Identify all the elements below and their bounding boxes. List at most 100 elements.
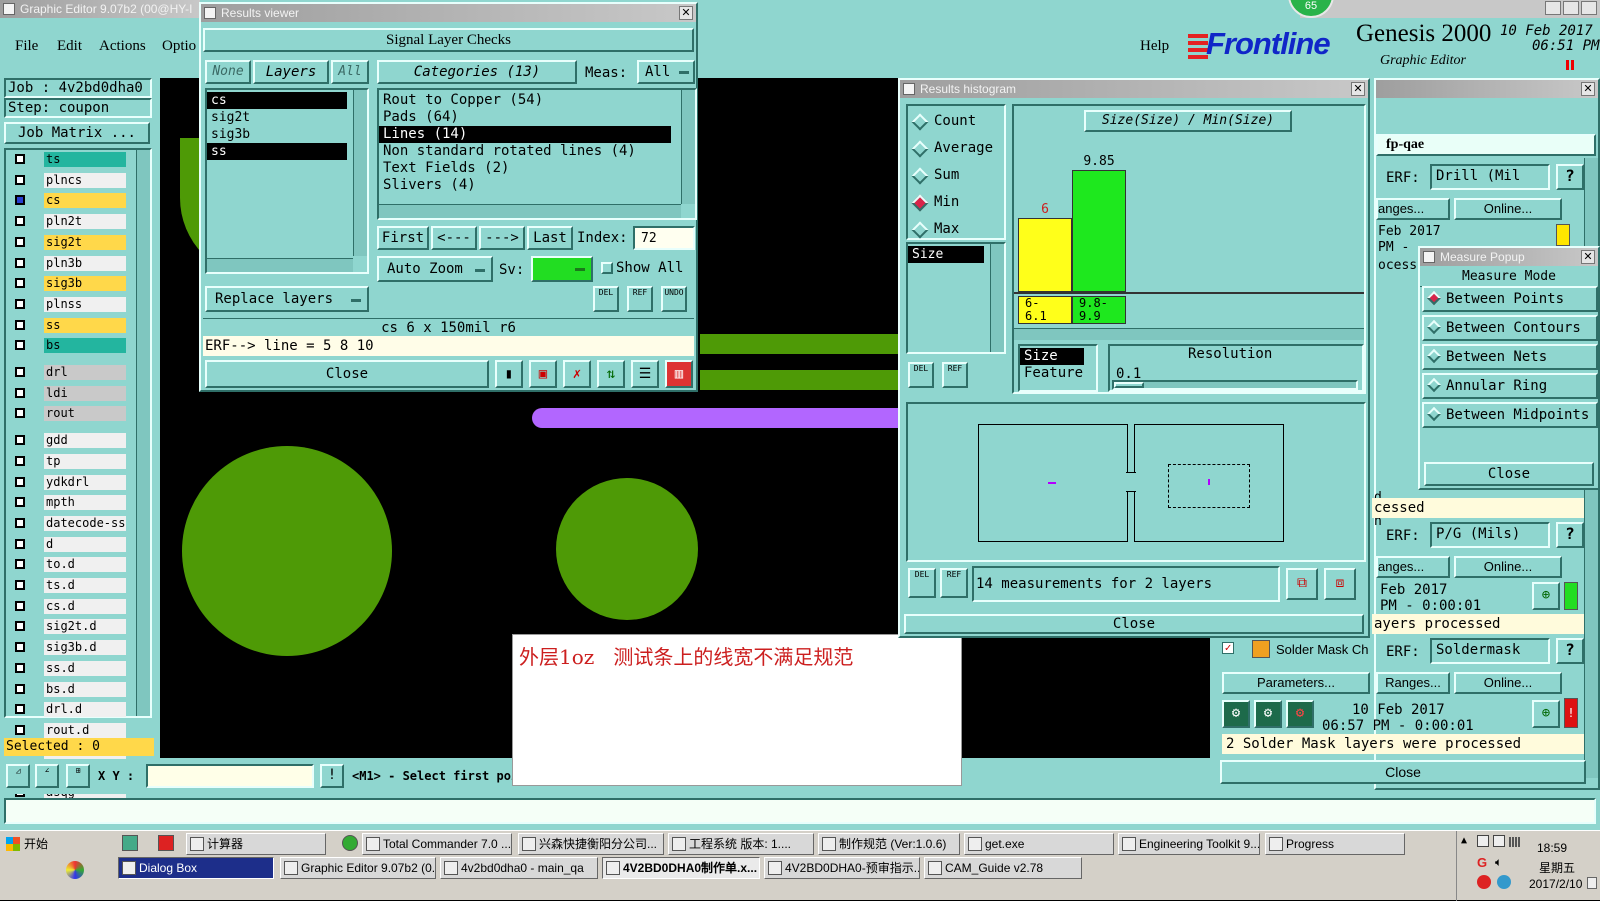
rv-layer-list[interactable]: cs sig2t sig3b ss [205, 88, 369, 274]
layer-name[interactable]: sig3b.d [44, 640, 126, 656]
hist-mode-average[interactable]: Average [908, 139, 1004, 159]
rv-category-item[interactable]: Non standard rotated lines (4) [379, 143, 671, 160]
layer-name[interactable]: pln3b [44, 255, 126, 271]
layer-name[interactable]: datecode-ss [44, 515, 126, 531]
ranges-button[interactable]: anges... [1376, 556, 1450, 578]
layer-checkbox[interactable] [15, 455, 25, 466]
layer-highlight-icon[interactable]: ▮ [495, 360, 523, 388]
chat-icon[interactable] [1497, 875, 1511, 889]
measure-mode-between-contours[interactable]: Between Contours [1422, 315, 1598, 341]
layer-name[interactable]: ts [44, 152, 126, 167]
all-button[interactable]: All [331, 60, 369, 84]
radio-icon[interactable] [911, 113, 929, 131]
layer-name[interactable]: drl [44, 365, 126, 380]
close-icon[interactable] [1581, 1, 1597, 15]
layer-row-datecode-ss[interactable]: datecode-ss [12, 515, 128, 531]
angle-tool-icon[interactable]: ∠ [35, 764, 59, 788]
res-size-item[interactable]: Size [1020, 348, 1084, 365]
rv-category-list[interactable]: Rout to Copper (54) Pads (64) Lines (14) No… [377, 88, 697, 220]
rv-layer-hscrollbar[interactable] [207, 258, 353, 272]
layer-checkbox[interactable] [15, 408, 25, 419]
minimize-icon[interactable] [1545, 1, 1561, 15]
rv-layer-item[interactable]: sig3b [207, 126, 347, 143]
index-input[interactable] [633, 226, 695, 250]
layer-row-sig2t[interactable]: sig2t [12, 234, 128, 250]
maximize-icon[interactable] [1563, 1, 1579, 15]
layer-checkbox[interactable] [15, 367, 25, 377]
layer-row-ss.d[interactable]: ss.d [12, 660, 128, 676]
layer-checkbox[interactable] [15, 538, 25, 549]
layer-row-plncs[interactable]: plncs [12, 172, 128, 188]
layer-row-bs[interactable]: bs [12, 338, 128, 354]
layer-name[interactable]: rout.d [44, 722, 126, 738]
layer-checkbox[interactable] [15, 278, 25, 289]
layer-checkbox[interactable] [15, 340, 25, 351]
layer-row-gdd[interactable]: gdd [12, 433, 128, 449]
menu-options[interactable]: Optio [162, 38, 196, 55]
layer-row-sig3b[interactable]: sig3b [12, 276, 128, 292]
rv-cat-hscrollbar[interactable] [379, 204, 681, 218]
layer-row-rout[interactable]: rout [12, 406, 128, 422]
layer-row-ydkdrl[interactable]: ydkdrl [12, 474, 128, 490]
res-feature-item[interactable]: Feature [1020, 365, 1096, 382]
ranges-button[interactable]: anges... [1376, 198, 1450, 220]
rv-category-item[interactable]: Slivers (4) [379, 177, 671, 194]
layer-name[interactable]: d [44, 536, 126, 552]
rv-layer-item[interactable]: sig2t [207, 109, 347, 126]
layer-row-rout.d[interactable]: rout.d [12, 722, 128, 738]
rv-category-item[interactable]: Lines (14) [379, 126, 671, 143]
taskbar-item[interactable]: get.exe [964, 833, 1114, 855]
run-icon[interactable]: ⚙ [1222, 700, 1250, 728]
quicklaunch-icon[interactable] [122, 835, 138, 851]
layer-checkbox[interactable] [15, 580, 25, 590]
rv-layer-item[interactable]: cs [207, 92, 347, 109]
prev-button[interactable]: <--- [431, 226, 477, 250]
layer-checkbox[interactable] [15, 662, 25, 673]
hist-field-scrollbar[interactable] [990, 244, 1004, 352]
measure-mode-between-midpoints[interactable]: Between Midpoints [1422, 402, 1598, 428]
layer-name[interactable]: ss [44, 317, 126, 333]
layer-name[interactable]: cs.d [44, 598, 126, 614]
speaker-icon[interactable]: 🔈︎ [1495, 855, 1502, 870]
layer-checkbox[interactable] [15, 257, 25, 268]
pg-erf-field[interactable]: P/G (Mils) [1430, 522, 1550, 548]
run-all-icon[interactable]: ⚙ [1254, 700, 1282, 728]
layer-checkbox[interactable] [15, 387, 25, 398]
taskbar-item[interactable]: Progress [1265, 833, 1405, 855]
layer-row-mpth[interactable]: mpth [12, 495, 128, 511]
zoom-result-icon[interactable]: ⊕ [1532, 582, 1560, 610]
layer-checkbox[interactable] [15, 559, 25, 570]
layer-name[interactable]: bs.d [44, 681, 126, 697]
hist-bar[interactable] [1072, 170, 1126, 292]
layer-name[interactable]: bs [44, 338, 126, 354]
layer-name[interactable]: ydkdrl [44, 474, 126, 490]
online-button[interactable]: Online... [1454, 556, 1562, 578]
taskbar-item[interactable]: 计算器 [186, 833, 326, 855]
taskbar-item[interactable]: Dialog Box [118, 857, 274, 879]
help-icon[interactable]: ? [1556, 522, 1584, 548]
rv-category-item[interactable]: Rout to Copper (54) [379, 92, 671, 109]
layer-row-d[interactable]: d [12, 536, 128, 552]
layer-row-sig2t.d[interactable]: sig2t.d [12, 619, 128, 635]
layer-checkbox[interactable] [15, 154, 25, 164]
pdf-icon[interactable] [158, 835, 174, 851]
layer-name[interactable]: cs [44, 193, 126, 209]
hist-mode-count[interactable]: Count [908, 112, 1004, 132]
del-icon[interactable]: DEL [908, 568, 936, 598]
hist-mode-max[interactable]: Max [908, 220, 1004, 240]
online-button[interactable]: Online... [1454, 198, 1562, 220]
radio-icon[interactable] [1426, 377, 1442, 393]
rv-layer-item[interactable]: ss [207, 143, 347, 160]
zoom-result-icon[interactable]: ⊕ [1532, 700, 1560, 728]
layer-checkbox[interactable] [15, 195, 25, 206]
layer-name[interactable]: rout [44, 406, 126, 422]
compare-icon[interactable]: ⇅ [597, 360, 625, 388]
main-window-title[interactable]: Graphic Editor 9.07b2 (00@HY-I [0, 0, 200, 18]
help-icon[interactable]: ? [1556, 638, 1584, 664]
layer-checkbox[interactable] [15, 642, 25, 653]
close-icon[interactable]: ✕ [1581, 250, 1595, 264]
layer-name[interactable]: ts.d [44, 578, 126, 593]
layers-button[interactable]: Layers [253, 60, 329, 84]
layer-checkbox[interactable] [15, 497, 25, 508]
layer-row-to.d[interactable]: to.d [12, 557, 128, 573]
